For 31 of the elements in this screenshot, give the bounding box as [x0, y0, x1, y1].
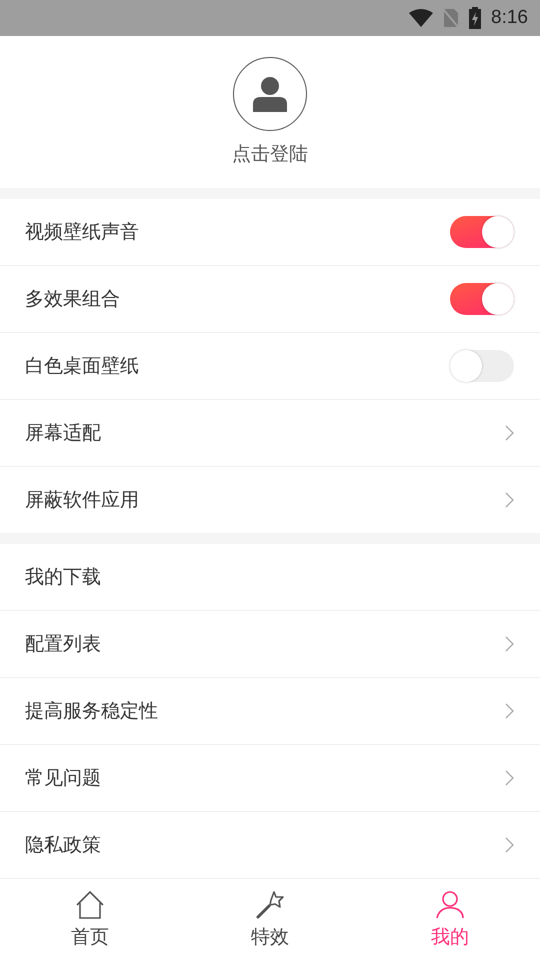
login-link[interactable]: 点击登陆 [232, 141, 308, 167]
person-icon [435, 890, 465, 920]
settings-item[interactable]: 视频壁纸声音 [25, 219, 139, 245]
chevron-icon [505, 492, 514, 508]
no-sim-icon [443, 8, 460, 28]
chevron-icon [505, 837, 514, 853]
settings-item[interactable]: 常见问题 [25, 765, 101, 791]
nav-tab[interactable]: 我的 [360, 879, 540, 960]
magic-wand-icon [255, 890, 285, 920]
battery-charging-icon [469, 7, 482, 29]
home-icon [75, 890, 105, 920]
toggle-switch[interactable] [450, 283, 514, 315]
chevron-icon [505, 703, 514, 719]
settings-item[interactable]: 配置列表 [25, 631, 101, 657]
settings-item[interactable]: 白色桌面壁纸 [25, 353, 139, 379]
avatar-icon[interactable] [233, 57, 307, 131]
settings-item[interactable]: 隐私政策 [25, 832, 101, 858]
status-time: 8:16 [491, 7, 528, 29]
chevron-icon [505, 770, 514, 786]
settings-item[interactable]: 多效果组合 [25, 286, 120, 312]
toggle-switch[interactable] [450, 216, 514, 248]
nav-tab[interactable]: 特效 [180, 879, 360, 960]
settings-item[interactable]: 屏蔽软件应用 [25, 487, 139, 513]
nav-tab[interactable]: 首页 [0, 879, 180, 960]
chevron-icon [505, 425, 514, 441]
settings-item[interactable]: 屏幕适配 [25, 420, 101, 446]
settings-item[interactable]: 我的下载 [25, 564, 101, 590]
chevron-icon [505, 636, 514, 652]
settings-item[interactable]: 提高服务稳定性 [25, 698, 158, 724]
toggle-switch[interactable] [450, 350, 514, 382]
wifi-icon [409, 9, 434, 27]
